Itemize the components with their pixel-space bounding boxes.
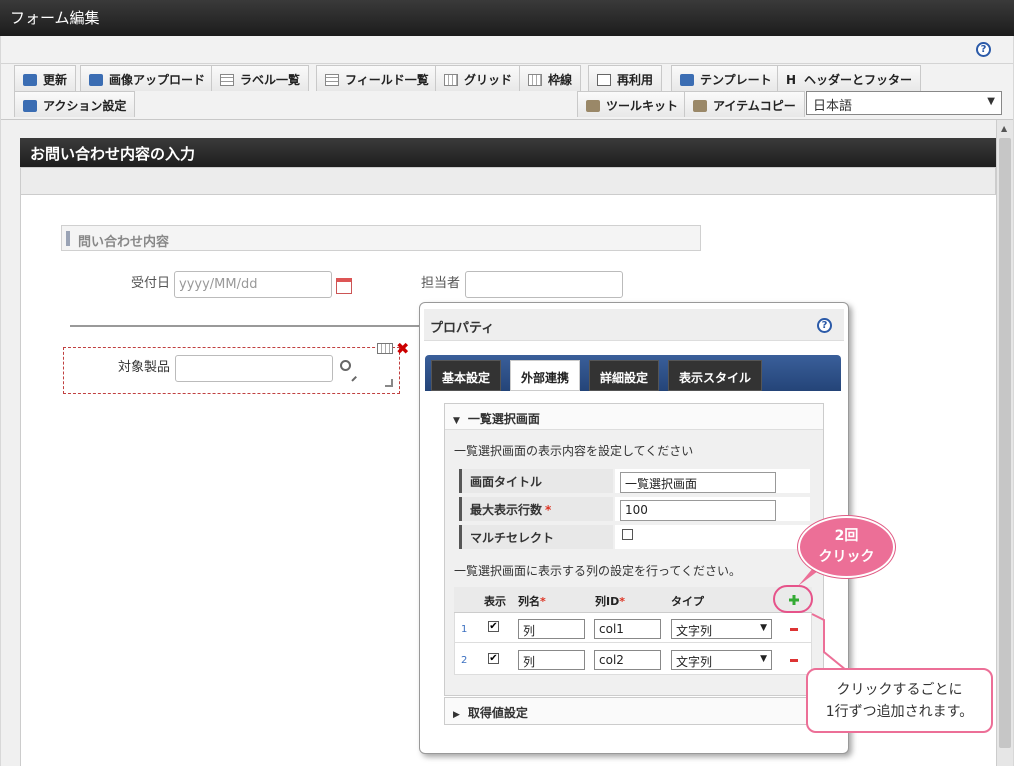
target-product-label: 対象製品 <box>118 360 171 375</box>
max-rows-label: 最大表示行数 * <box>459 497 613 521</box>
border-button[interactable]: 枠線 <box>519 65 582 91</box>
dropdown-arrow-icon: ▼ <box>987 96 995 107</box>
column-description: 一覧選択画面に表示する列の設定を行ってください。 <box>454 564 742 578</box>
col-header-name: 列名* <box>518 595 546 608</box>
toolbox-icon <box>586 100 600 112</box>
update-button[interactable]: 更新 <box>14 65 77 91</box>
remove-row-icon[interactable] <box>790 659 798 662</box>
click-twice-callout: 2回 クリック <box>798 516 895 578</box>
scrollbar-thumb[interactable] <box>999 138 1011 748</box>
callout-pointer <box>811 613 847 671</box>
row-number: 1 <box>461 624 468 635</box>
column-type-select[interactable]: 文字列 ▼ <box>671 650 772 670</box>
item-copy-button[interactable]: アイテムコピー <box>684 91 805 117</box>
divider <box>70 325 425 327</box>
remove-row-icon[interactable] <box>790 628 798 631</box>
col-header-show: 表示 <box>484 595 506 608</box>
assignee-label: 担当者 <box>421 276 461 291</box>
image-icon <box>89 74 103 86</box>
section-title[interactable]: 問い合わせ内容 <box>61 225 701 251</box>
show-checkbox[interactable]: ✔ <box>488 653 499 664</box>
properties-icon[interactable] <box>377 343 393 354</box>
dropdown-arrow-icon: ▼ <box>760 654 767 664</box>
column-table-header <box>454 587 812 613</box>
col-header-id: 列ID* <box>595 595 625 608</box>
template-button[interactable]: テンプレート <box>671 65 781 91</box>
column-name-input[interactable]: 列 <box>518 650 585 670</box>
window-title: フォーム編集 <box>0 0 1014 36</box>
tab-external[interactable]: 外部連携 <box>510 360 581 391</box>
expand-icon: ▶ <box>453 710 460 720</box>
field-list-button[interactable]: フィールド一覧 <box>316 65 438 91</box>
toolkit-button[interactable]: ツールキット <box>577 91 688 117</box>
properties-title: プロパティ <box>424 309 844 341</box>
tab-display-style[interactable]: 表示スタイル <box>668 360 763 391</box>
collapse-icon: ▼ <box>453 416 460 426</box>
list-screen-description: 一覧選択画面の表示内容を設定してください <box>454 444 694 458</box>
grid-icon <box>444 74 458 86</box>
list-icon <box>325 74 339 86</box>
multi-select-checkbox[interactable] <box>622 529 633 540</box>
column-id-input[interactable]: col2 <box>594 650 661 670</box>
tab-detail[interactable]: 詳細設定 <box>589 360 660 391</box>
image-upload-button[interactable]: 画像アップロード <box>80 65 215 91</box>
label-list-button[interactable]: ラベル一覧 <box>211 65 310 91</box>
column-id-input[interactable]: col1 <box>594 619 661 639</box>
properties-help-icon[interactable]: ? <box>817 318 832 333</box>
action-icon <box>23 100 37 112</box>
template-icon <box>680 74 694 86</box>
dropdown-arrow-icon: ▼ <box>760 623 767 633</box>
delete-icon[interactable]: ✖ <box>396 339 409 358</box>
header-icon: H <box>786 73 797 87</box>
language-select[interactable]: 日本語 ▼ <box>806 91 1002 115</box>
update-icon <box>23 74 37 86</box>
list-screen-header[interactable]: ▼ 一覧選択画面 <box>445 404 823 430</box>
max-rows-input[interactable]: 100 <box>620 500 776 521</box>
tab-basic[interactable]: 基本設定 <box>431 360 502 391</box>
document-icon <box>597 74 611 86</box>
grid-button[interactable]: グリッド <box>435 65 522 91</box>
resize-handle-icon[interactable] <box>385 379 393 387</box>
multi-select-label: マルチセレクト <box>459 525 613 549</box>
received-date-label: 受付日 <box>131 276 171 291</box>
list-icon <box>220 74 234 86</box>
show-checkbox[interactable]: ✔ <box>488 621 499 632</box>
scroll-up-icon[interactable]: ▲ <box>1001 124 1007 133</box>
screen-title-label: 画面タイトル <box>459 469 613 493</box>
form-title: お問い合わせ内容の入力 <box>20 138 996 167</box>
received-date-input[interactable]: yyyy/MM/dd <box>174 271 332 298</box>
action-settings-button[interactable]: アクション設定 <box>14 91 136 117</box>
column-name-input[interactable]: 列 <box>518 619 585 639</box>
row-number: 2 <box>461 655 468 666</box>
col-header-type: タイプ <box>671 595 704 608</box>
target-product-input[interactable] <box>175 355 333 382</box>
vertical-scrollbar[interactable]: ▲ <box>996 120 1013 766</box>
assignee-input[interactable] <box>465 271 623 298</box>
header-footer-button[interactable]: H ヘッダーとフッター <box>777 65 922 91</box>
column-type-select[interactable]: 文字列 ▼ <box>671 619 772 639</box>
border-icon <box>528 74 542 86</box>
help-bar: ? <box>1 36 1013 64</box>
calendar-icon[interactable] <box>336 278 352 294</box>
help-icon[interactable]: ? <box>976 42 991 57</box>
reuse-button[interactable]: 再利用 <box>588 65 663 91</box>
screen-title-input[interactable]: 一覧選択画面 <box>620 472 776 493</box>
toolbox-icon <box>693 100 707 112</box>
get-value-header[interactable]: ▶ 取得値設定 <box>444 697 824 725</box>
search-icon[interactable] <box>340 360 351 371</box>
form-strip <box>20 167 996 195</box>
adds-row-callout: クリックするごとに 1行ずつ追加されます。 <box>806 668 993 733</box>
